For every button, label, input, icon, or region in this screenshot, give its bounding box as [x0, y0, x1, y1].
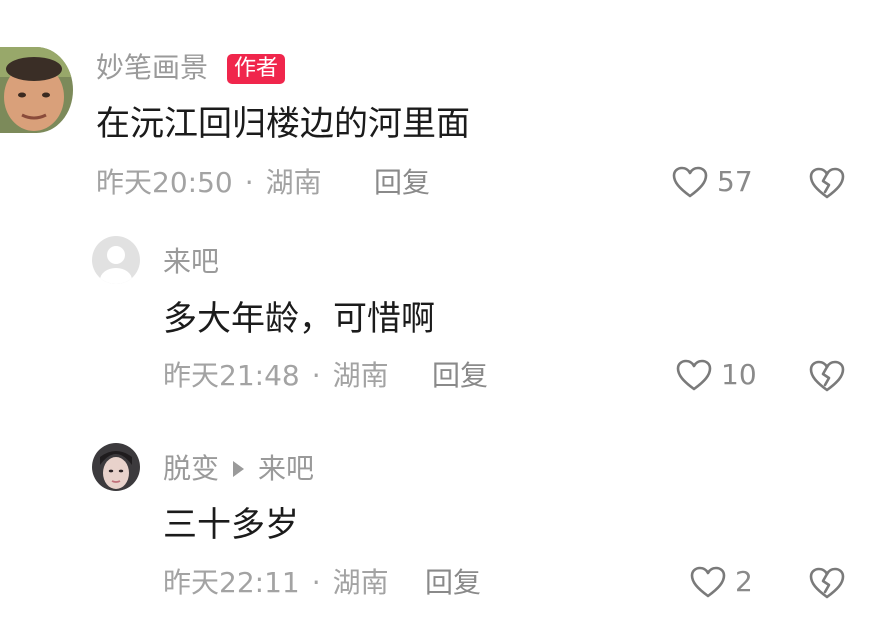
- comment-meta: 昨天21:48 · 湖南: [163, 362, 389, 390]
- heart-outline-icon: [690, 566, 726, 598]
- comment-location: 湖南: [332, 359, 389, 392]
- dislike-button[interactable]: [808, 166, 846, 200]
- reply-button[interactable]: 回复: [425, 569, 481, 597]
- comment-time: 昨天21:48: [163, 359, 300, 392]
- heart-outline-icon: [672, 166, 708, 198]
- broken-heart-icon: [809, 360, 845, 392]
- comment-thread: 妙笔画景 作者 在沅江回归楼边的河里面 昨天20:50 · 湖南 回复 57 来…: [0, 0, 894, 634]
- triangle-right-icon: [233, 461, 245, 477]
- like-count: 10: [721, 358, 757, 391]
- reply-to-username[interactable]: 来吧: [258, 452, 314, 485]
- reply-button[interactable]: 回复: [374, 169, 430, 197]
- username-line: 脱变 来吧: [163, 455, 314, 483]
- author-badge: 作者: [227, 54, 286, 84]
- comment-text: 在沅江回归楼边的河里面: [96, 104, 470, 144]
- comment-text: 多大年龄，可惜啊: [163, 299, 435, 339]
- like-count: 57: [717, 165, 753, 198]
- meta-separator: ·: [311, 359, 321, 392]
- dislike-button[interactable]: [808, 566, 846, 600]
- like-count: 2: [735, 565, 753, 598]
- comment-text: 三十多岁: [163, 505, 299, 545]
- avatar[interactable]: [92, 443, 140, 491]
- avatar[interactable]: [92, 236, 140, 284]
- comment-time: 昨天20:50: [96, 166, 233, 199]
- dislike-button[interactable]: [808, 359, 846, 393]
- reply-button[interactable]: 回复: [432, 362, 488, 390]
- broken-heart-icon: [809, 567, 845, 599]
- comment-time: 昨天22:11: [163, 566, 300, 599]
- meta-separator: ·: [244, 166, 254, 199]
- like-button[interactable]: 57: [671, 165, 753, 199]
- broken-heart-icon: [809, 167, 845, 199]
- comment-meta: 昨天22:11 · 湖南: [163, 569, 389, 597]
- avatar[interactable]: [0, 47, 73, 133]
- username[interactable]: 妙笔画景: [96, 54, 208, 82]
- username[interactable]: 脱变: [163, 452, 219, 485]
- comment-location: 湖南: [265, 166, 322, 199]
- username[interactable]: 来吧: [163, 248, 219, 276]
- meta-separator: ·: [311, 566, 321, 599]
- like-button[interactable]: 2: [689, 565, 753, 599]
- heart-outline-icon: [676, 359, 712, 391]
- comment-location: 湖南: [332, 566, 389, 599]
- like-button[interactable]: 10: [675, 358, 757, 392]
- comment-meta: 昨天20:50 · 湖南: [96, 169, 322, 197]
